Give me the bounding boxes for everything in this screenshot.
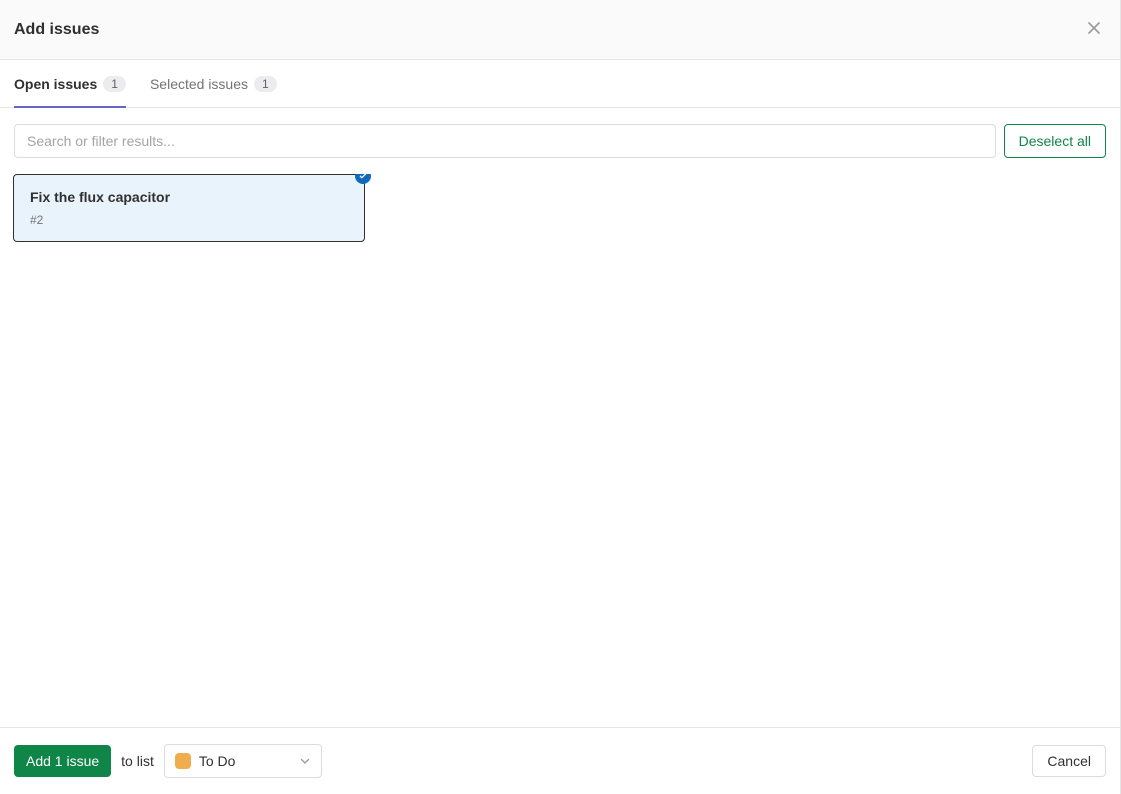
issue-reference: #2 <box>30 213 348 227</box>
list-color-chip <box>175 753 191 769</box>
issue-card[interactable]: Fix the flux capacitor #2 <box>13 174 365 242</box>
close-icon <box>1086 20 1102 39</box>
issues-list[interactable]: Fix the flux capacitor #2 <box>0 174 1120 727</box>
modal-header: Add issues <box>0 0 1120 60</box>
add-issue-button[interactable]: Add 1 issue <box>14 745 111 777</box>
target-list-select[interactable]: To Do <box>164 744 322 778</box>
modal-footer: Add 1 issue to list To Do Cancel <box>0 727 1120 794</box>
tab-label: Open issues <box>14 76 97 92</box>
search-row: Deselect all <box>0 108 1120 174</box>
issue-title: Fix the flux capacitor <box>30 189 348 205</box>
cancel-button[interactable]: Cancel <box>1032 745 1106 777</box>
add-issues-modal: Add issues Open issues 1 Selected issues… <box>0 0 1121 794</box>
tab-label: Selected issues <box>150 76 248 92</box>
tab-count-badge: 1 <box>254 76 277 92</box>
to-list-label: to list <box>121 753 154 769</box>
search-input[interactable] <box>14 124 996 158</box>
tab-selected-issues[interactable]: Selected issues 1 <box>150 60 277 108</box>
list-select-label: To Do <box>199 753 291 769</box>
tab-count-badge: 1 <box>103 76 126 92</box>
chevron-down-icon <box>299 755 311 767</box>
tabs: Open issues 1 Selected issues 1 <box>0 60 1120 108</box>
selected-check-icon <box>355 174 371 184</box>
modal-title: Add issues <box>14 21 99 39</box>
tab-open-issues[interactable]: Open issues 1 <box>14 60 126 108</box>
deselect-all-button[interactable]: Deselect all <box>1004 124 1106 158</box>
close-button[interactable] <box>1082 16 1106 43</box>
